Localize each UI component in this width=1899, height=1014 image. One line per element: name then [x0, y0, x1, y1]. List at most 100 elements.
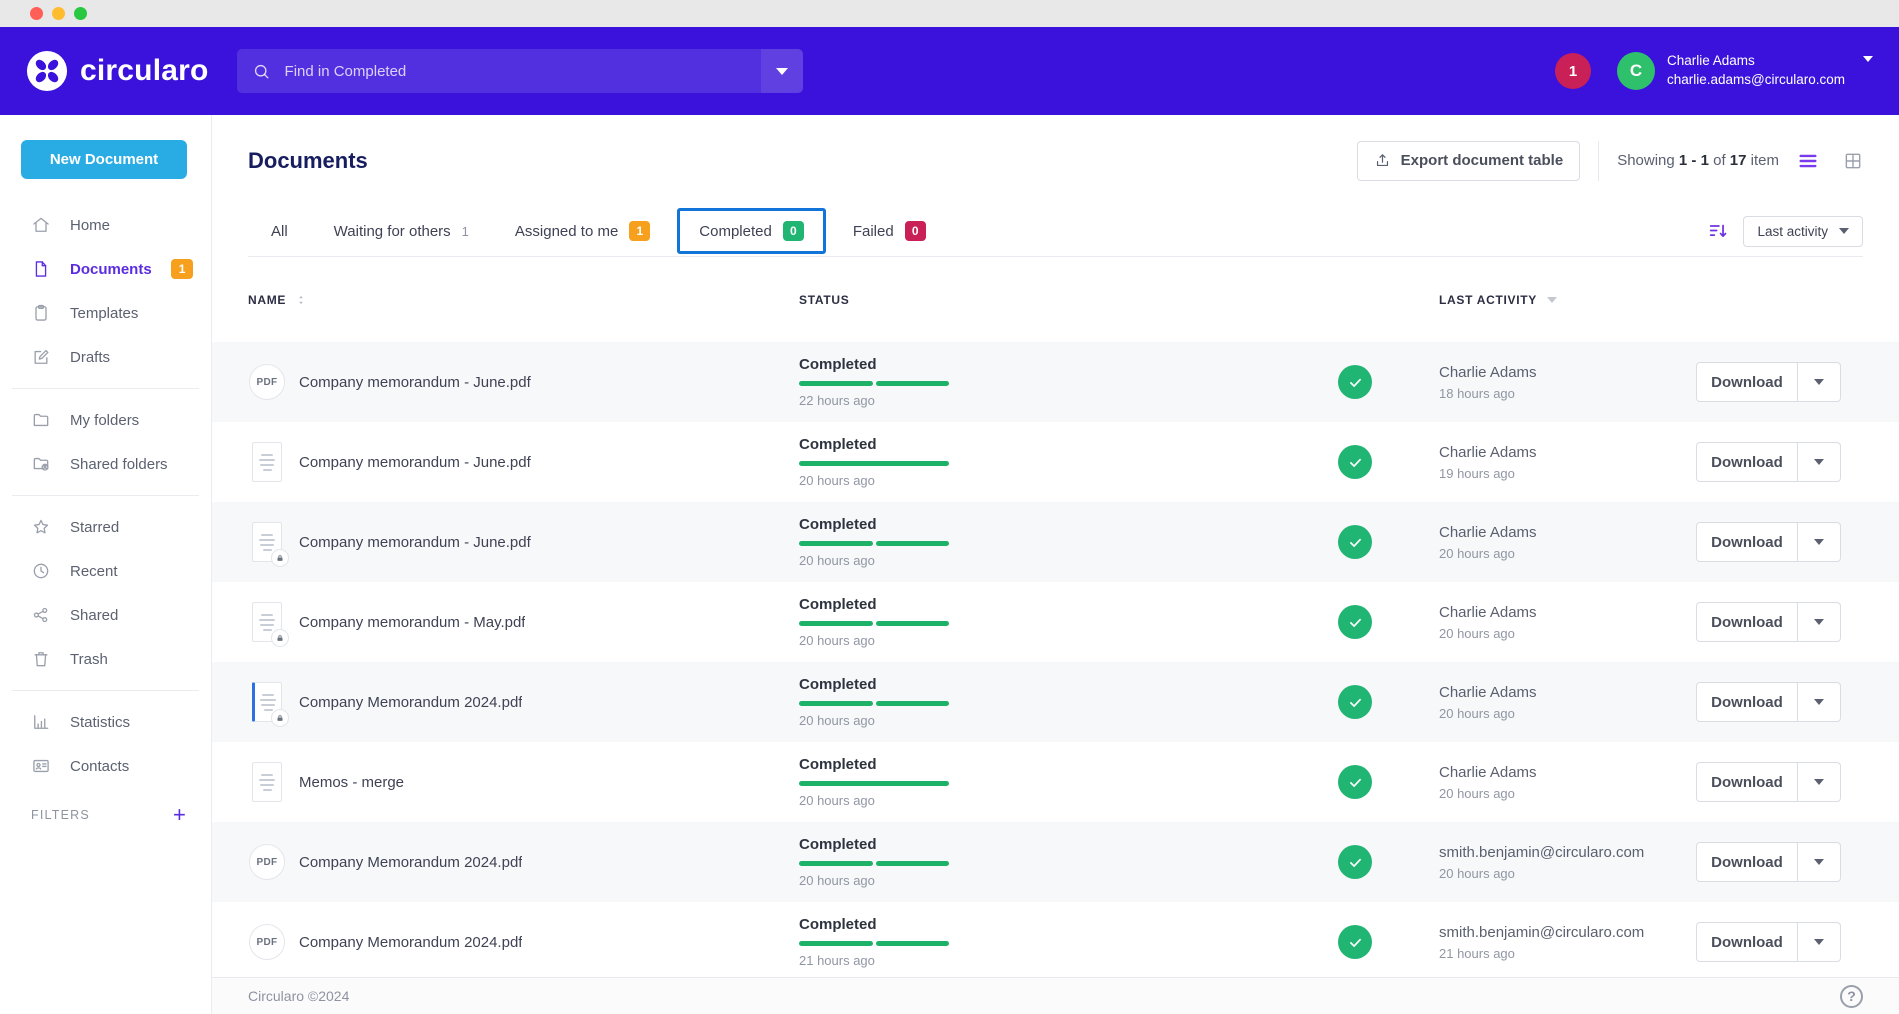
sidebar-item-label: Shared folders — [70, 456, 168, 473]
sidebar-item-statistics[interactable]: Statistics — [0, 700, 211, 744]
folder-shared-icon — [31, 454, 51, 474]
sort-arrows-icon[interactable] — [294, 293, 308, 307]
tab-all[interactable]: All — [248, 223, 311, 240]
last-activity-user: Charlie Adams — [1439, 524, 1690, 541]
list-view-button[interactable] — [1797, 150, 1819, 172]
stats-icon — [31, 712, 51, 732]
download-options-button[interactable] — [1798, 683, 1840, 721]
sidebar-item-home[interactable]: Home — [0, 203, 211, 247]
download-options-button[interactable] — [1798, 443, 1840, 481]
download-button[interactable]: Download — [1697, 763, 1798, 801]
table-row[interactable]: PDF Company Memorandum 2024.pdf Complete… — [212, 902, 1899, 977]
new-document-button[interactable]: New Document — [21, 140, 187, 179]
grid-view-button[interactable] — [1843, 151, 1863, 171]
table-row[interactable]: PDF Company Memorandum 2024.pdf Complete… — [212, 822, 1899, 902]
sidebar-item-label: Recent — [70, 563, 118, 580]
download-options-button[interactable] — [1798, 843, 1840, 881]
last-activity-user: smith.benjamin@circularo.com — [1439, 844, 1690, 861]
status-time: 22 hours ago — [799, 393, 1089, 408]
document-thumbnail-icon — [252, 522, 282, 562]
window-minimize-button[interactable] — [52, 7, 65, 20]
notification-badge[interactable]: 1 — [1555, 53, 1591, 89]
column-status[interactable]: STATUS — [799, 293, 849, 307]
last-activity-user: Charlie Adams — [1439, 364, 1690, 381]
status-time: 21 hours ago — [799, 953, 1089, 968]
app-header: circularo 1 C Charlie Adams charlie.adam… — [0, 27, 1899, 115]
page-header: Documents Export document table Showing … — [212, 115, 1899, 206]
document-name: Company Memorandum 2024.pdf — [299, 854, 522, 871]
sidebar-item-label: Contacts — [70, 758, 129, 775]
completed-check-icon — [1338, 365, 1372, 399]
table-row[interactable]: PDF Company memorandum - June.pdf Comple… — [212, 342, 1899, 422]
status-label: Completed — [799, 356, 1089, 373]
download-button[interactable]: Download — [1697, 443, 1798, 481]
download-options-button[interactable] — [1798, 523, 1840, 561]
last-activity-time: 20 hours ago — [1439, 786, 1690, 801]
sidebar-item-shared[interactable]: Shared — [0, 593, 211, 637]
table-row[interactable]: Company Memorandum 2024.pdf Completed 20… — [212, 662, 1899, 742]
tab-completed[interactable]: Completed 0 — [677, 208, 826, 254]
window-zoom-button[interactable] — [74, 7, 87, 20]
sidebar-item-documents[interactable]: Documents 1 — [0, 247, 211, 291]
sort-by-dropdown[interactable]: Last activity — [1743, 216, 1863, 247]
sidebar-item-shared-folders[interactable]: Shared folders — [0, 442, 211, 486]
sidebar-item-label: Drafts — [70, 349, 110, 366]
sidebar-item-my-folders[interactable]: My folders — [0, 398, 211, 442]
user-menu[interactable]: C Charlie Adams charlie.adams@circularo.… — [1617, 52, 1873, 90]
tab-assigned-to-me[interactable]: Assigned to me 1 — [492, 221, 673, 241]
document-name: Company memorandum - May.pdf — [299, 614, 525, 631]
window-titlebar — [0, 0, 1899, 27]
search-scope-dropdown[interactable] — [761, 49, 803, 93]
add-filter-button[interactable]: + — [173, 804, 187, 826]
pdf-file-icon: PDF — [249, 844, 285, 880]
download-button[interactable]: Download — [1697, 683, 1798, 721]
download-options-button[interactable] — [1798, 363, 1840, 401]
sidebar-item-recent[interactable]: Recent — [0, 549, 211, 593]
sidebar-item-drafts[interactable]: Drafts — [0, 335, 211, 379]
column-name[interactable]: NAME — [248, 293, 286, 307]
tabs: All Waiting for others 1 Assigned to me … — [248, 208, 949, 254]
download-options-button[interactable] — [1798, 763, 1840, 801]
drafts-icon — [31, 347, 51, 367]
chevron-down-icon — [1814, 939, 1824, 945]
download-button[interactable]: Download — [1697, 843, 1798, 881]
tab-label: All — [271, 223, 288, 240]
export-document-table-button[interactable]: Export document table — [1357, 141, 1581, 181]
sidebar-item-contacts[interactable]: Contacts — [0, 744, 211, 788]
brand-logo[interactable]: circularo — [26, 50, 209, 92]
chevron-down-icon — [1814, 699, 1824, 705]
window-close-button[interactable] — [30, 7, 43, 20]
download-button[interactable]: Download — [1697, 923, 1798, 961]
table-row[interactable]: Company memorandum - June.pdf Completed … — [212, 502, 1899, 582]
main-content: Documents Export document table Showing … — [212, 115, 1899, 1014]
sidebar: New Document Home Documents 1 Templates … — [0, 115, 212, 1014]
column-last-activity[interactable]: LAST ACTIVITY — [1439, 293, 1537, 307]
table-row[interactable]: Company memorandum - June.pdf Completed … — [212, 422, 1899, 502]
help-button[interactable]: ? — [1840, 985, 1863, 1008]
sidebar-item-label: Trash — [70, 651, 108, 668]
search-input[interactable] — [277, 63, 761, 80]
tab-badge: 0 — [905, 221, 926, 241]
sort-direction-button[interactable] — [1707, 220, 1729, 242]
status-time: 20 hours ago — [799, 633, 1089, 648]
lock-icon — [271, 549, 289, 567]
download-button[interactable]: Download — [1697, 523, 1798, 561]
table-row[interactable]: Memos - merge Completed 20 hours ago Cha… — [212, 742, 1899, 822]
download-options-button[interactable] — [1798, 603, 1840, 641]
completed-check-icon — [1338, 845, 1372, 879]
sidebar-divider — [12, 388, 199, 389]
tab-failed[interactable]: Failed 0 — [830, 221, 949, 241]
share-icon — [31, 605, 51, 625]
sidebar-item-templates[interactable]: Templates — [0, 291, 211, 335]
sidebar-item-starred[interactable]: Starred — [0, 505, 211, 549]
download-button[interactable]: Download — [1697, 603, 1798, 641]
tab-waiting-for-others[interactable]: Waiting for others 1 — [311, 223, 492, 240]
last-activity-user: Charlie Adams — [1439, 764, 1690, 781]
last-activity-time: 20 hours ago — [1439, 866, 1690, 881]
download-options-button[interactable] — [1798, 923, 1840, 961]
sidebar-item-label: Starred — [70, 519, 119, 536]
table-row[interactable]: Company memorandum - May.pdf Completed 2… — [212, 582, 1899, 662]
sidebar-item-trash[interactable]: Trash — [0, 637, 211, 681]
download-button[interactable]: Download — [1697, 363, 1798, 401]
document-table: PDF Company memorandum - June.pdf Comple… — [212, 342, 1899, 977]
